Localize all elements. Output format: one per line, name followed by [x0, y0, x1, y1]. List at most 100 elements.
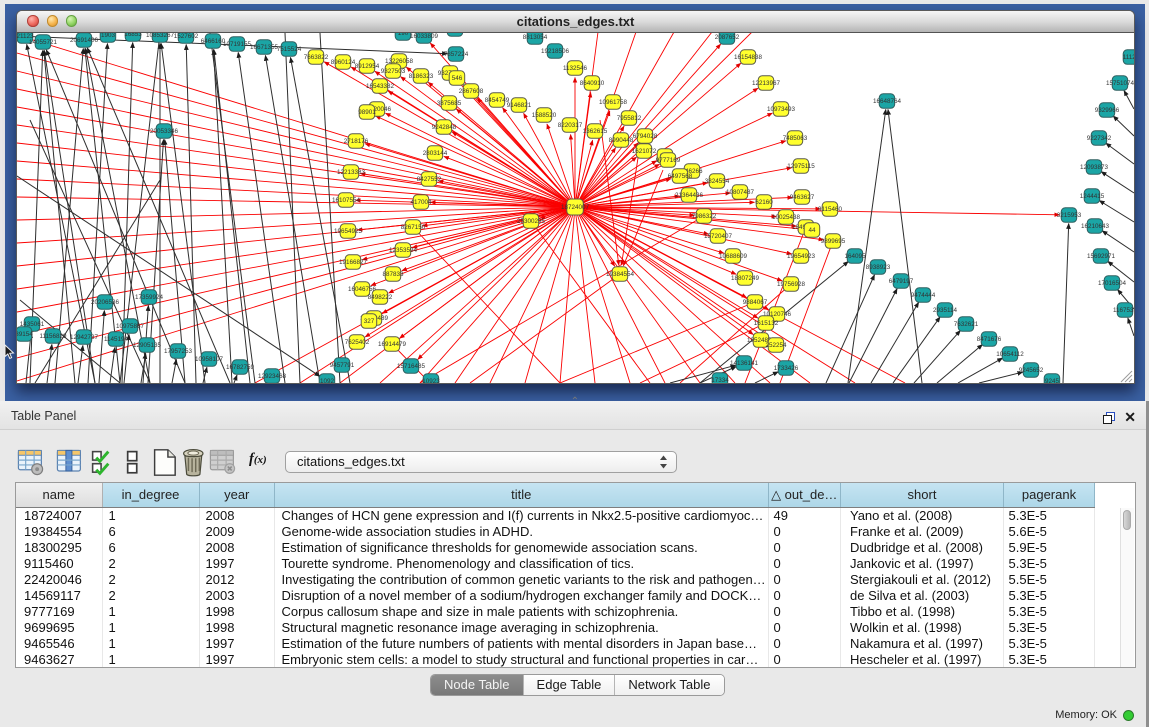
svg-text:9245: 9245 — [1045, 378, 1060, 383]
svg-text:417004: 417004 — [410, 199, 432, 206]
svg-text:12942737: 12942737 — [70, 334, 99, 341]
svg-text:19654925: 19654925 — [334, 228, 363, 235]
svg-text:62160: 62160 — [755, 199, 773, 206]
svg-text:10025438: 10025438 — [772, 214, 801, 221]
svg-text:9457791: 9457791 — [330, 362, 355, 369]
svg-text:2803144: 2803144 — [423, 150, 448, 157]
svg-text:252254: 252254 — [765, 342, 787, 349]
svg-text:11123: 11123 — [1123, 54, 1134, 61]
svg-text:19218506: 19218506 — [541, 48, 570, 55]
svg-text:19756928: 19756928 — [777, 281, 806, 288]
svg-text:19654923: 19654923 — [787, 253, 816, 260]
svg-text:8220317: 8220317 — [558, 122, 583, 129]
svg-text:1903: 1903 — [101, 32, 116, 39]
svg-text:7515524: 7515524 — [277, 46, 302, 53]
svg-text:10923: 10923 — [422, 378, 440, 383]
svg-text:1244415: 1244415 — [1080, 193, 1105, 200]
svg-text:3215953: 3215953 — [1057, 212, 1082, 219]
svg-text:12905135: 12905135 — [133, 342, 162, 349]
svg-text:16107554: 16107554 — [332, 197, 361, 204]
svg-text:1145194: 1145194 — [104, 336, 129, 343]
svg-text:12975115: 12975115 — [787, 163, 815, 170]
svg-text:6794028: 6794028 — [633, 133, 658, 140]
svg-text:7632621: 7632621 — [954, 321, 979, 328]
svg-text:25300295: 25300295 — [517, 218, 546, 225]
svg-text:8990448: 8990448 — [609, 137, 634, 144]
svg-text:12923468: 12923468 — [258, 373, 287, 380]
svg-text:11156829: 11156829 — [39, 333, 67, 340]
svg-text:16210643: 16210643 — [1081, 223, 1110, 230]
svg-text:1733426: 1733426 — [774, 365, 799, 372]
svg-text:9474444: 9474444 — [911, 292, 936, 299]
svg-text:16543382: 16543382 — [366, 83, 395, 90]
svg-text:327: 327 — [364, 318, 375, 325]
svg-text:2935114: 2935114 — [933, 307, 958, 314]
svg-text:8960124: 8960124 — [331, 59, 356, 66]
svg-text:10958107: 10958107 — [195, 356, 224, 363]
svg-text:17334: 17334 — [711, 377, 729, 383]
svg-text:7857224: 7857224 — [444, 51, 469, 58]
svg-text:10853267: 10853267 — [146, 32, 175, 39]
svg-text:8813054: 8813054 — [523, 34, 548, 41]
svg-text:21364436: 21364436 — [675, 192, 704, 199]
svg-text:7625402: 7625402 — [345, 339, 370, 346]
svg-text:9146821: 9146821 — [507, 102, 532, 109]
svg-text:8640910: 8640910 — [580, 80, 605, 87]
svg-text:1527602: 1527602 — [174, 33, 199, 40]
svg-text:887833: 887833 — [382, 271, 404, 278]
svg-text:9227342: 9227342 — [1087, 135, 1112, 142]
svg-text:8471676: 8471676 — [977, 336, 1002, 343]
svg-text:9463627: 9463627 — [790, 194, 815, 201]
svg-text:16671355: 16671355 — [250, 44, 279, 51]
svg-text:9327503: 9327503 — [381, 68, 406, 75]
svg-text:546: 546 — [452, 75, 463, 82]
svg-text:2867608: 2867608 — [459, 88, 484, 95]
svg-text:20206536: 20206536 — [91, 299, 120, 306]
svg-text:1615132: 1615132 — [754, 320, 779, 327]
svg-text:8186323: 8186323 — [409, 73, 434, 80]
svg-text:9115460: 9115460 — [818, 206, 843, 213]
svg-text:16033809: 16033809 — [410, 33, 439, 40]
svg-text:6479197: 6479197 — [889, 278, 914, 285]
svg-text:39154: 39154 — [17, 331, 33, 338]
svg-text:1588520: 1588520 — [532, 112, 557, 119]
svg-text:10807487: 10807487 — [726, 189, 755, 196]
svg-text:3824554: 3824554 — [705, 178, 730, 185]
svg-text:1132546: 1132546 — [563, 65, 588, 72]
svg-text:44: 44 — [808, 227, 816, 234]
svg-text:9242848: 9242848 — [432, 124, 457, 131]
svg-text:8498222: 8498222 — [368, 294, 393, 301]
svg-text:15751074: 15751074 — [1106, 80, 1134, 87]
svg-text:16853: 16853 — [124, 32, 142, 38]
svg-text:3875685: 3875685 — [437, 100, 462, 107]
svg-text:12213383: 12213383 — [337, 169, 366, 176]
svg-text:190: 190 — [398, 32, 409, 37]
svg-text:9245652: 9245652 — [1019, 367, 1044, 374]
svg-text:9329966: 9329966 — [1095, 107, 1120, 114]
svg-text:10961758: 10961758 — [599, 99, 628, 106]
svg-text:2718176: 2718176 — [344, 138, 369, 145]
svg-text:16914479: 16914479 — [378, 341, 407, 348]
svg-text:12093873: 12093873 — [1080, 164, 1109, 171]
svg-text:18724007: 18724007 — [561, 204, 590, 211]
svg-text:17957253: 17957253 — [164, 348, 193, 355]
svg-text:8912954: 8912954 — [355, 63, 380, 70]
svg-text:7986322: 7986322 — [692, 213, 717, 220]
svg-text:16782759: 16782759 — [226, 364, 255, 371]
svg-text:12213967: 12213967 — [752, 80, 781, 87]
svg-text:10975867: 10975867 — [116, 323, 145, 330]
svg-text:10654112: 10654112 — [996, 351, 1024, 358]
svg-text:16648764: 16648764 — [873, 98, 902, 105]
svg-text:19166827: 19166827 — [339, 259, 368, 266]
svg-text:9899695: 9899695 — [821, 238, 846, 245]
svg-text:98901: 98901 — [358, 109, 376, 116]
svg-text:1621072: 1621072 — [632, 148, 657, 155]
svg-text:10719155: 10719155 — [223, 41, 252, 48]
svg-text:14055721: 14055721 — [29, 39, 58, 46]
svg-text:14136141: 14136141 — [730, 360, 759, 367]
svg-text:12353594: 12353594 — [389, 247, 418, 254]
svg-text:2087652: 2087652 — [715, 34, 740, 41]
svg-text:1092: 1092 — [320, 378, 335, 383]
svg-text:15716485: 15716485 — [397, 363, 426, 370]
svg-text:1167533: 1167533 — [1113, 307, 1134, 314]
